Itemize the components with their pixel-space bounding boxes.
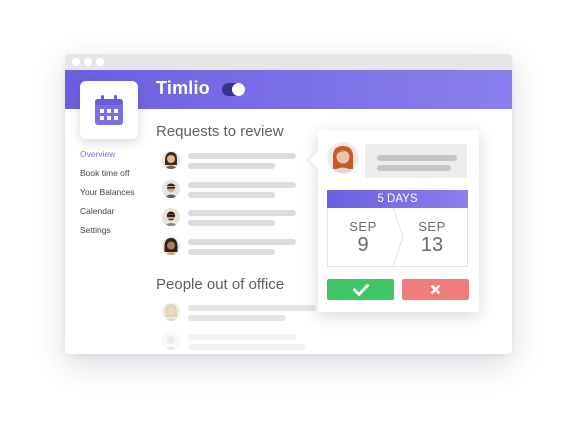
placeholder-line <box>188 210 296 216</box>
sidebar-item-your-balances[interactable]: Your Balances <box>80 186 135 205</box>
request-row[interactable] <box>162 151 302 173</box>
reject-button[interactable] <box>402 279 469 300</box>
placeholder-line <box>377 165 451 171</box>
end-date: SEP 13 <box>397 208 467 266</box>
request-row[interactable] <box>162 208 302 230</box>
avatar <box>162 303 180 321</box>
window-titlebar <box>65 54 512 70</box>
end-day: 13 <box>420 234 444 256</box>
sidebar-item-overview[interactable]: Overview <box>80 148 135 167</box>
window-close-dot[interactable] <box>72 58 80 66</box>
placeholder-line <box>188 192 275 198</box>
requester-avatar <box>327 142 359 174</box>
avatar <box>162 151 180 169</box>
placeholder-line <box>188 315 286 321</box>
window-minimize-dot[interactable] <box>84 58 92 66</box>
request-detail-card: 5 DAYS SEP 9 SEP 13 <box>309 130 479 312</box>
checkmark-icon <box>352 283 369 296</box>
avatar <box>162 237 180 255</box>
app-name: Timlio <box>156 78 210 98</box>
app-logo[interactable] <box>80 81 138 139</box>
duration-badge: 5 DAYS <box>327 190 468 208</box>
placeholder-line <box>188 153 296 159</box>
avatar <box>162 332 180 350</box>
placeholder-line <box>188 239 296 245</box>
date-range: SEP 9 SEP 13 <box>327 208 468 267</box>
window-maximize-dot[interactable] <box>96 58 104 66</box>
placeholder-line <box>377 155 457 161</box>
start-month: SEP <box>349 219 377 234</box>
close-icon <box>430 284 441 295</box>
placeholder-line <box>188 305 316 311</box>
approve-button[interactable] <box>327 279 394 300</box>
out-of-office-row[interactable] <box>162 332 306 354</box>
requests-title: Requests to review <box>156 123 284 140</box>
placeholder-line <box>188 220 275 226</box>
sidebar-item-calendar[interactable]: Calendar <box>80 205 135 224</box>
end-month: SEP <box>418 219 446 234</box>
placeholder-line <box>188 249 275 255</box>
start-date: SEP 9 <box>328 208 398 266</box>
sidebar-item-book-time-off[interactable]: Book time off <box>80 167 135 186</box>
avatar <box>162 208 180 226</box>
placeholder-line <box>188 344 306 350</box>
calendar-icon <box>95 95 123 125</box>
request-row[interactable] <box>162 180 302 202</box>
placeholder-line <box>188 182 296 188</box>
avatar <box>162 180 180 198</box>
theme-toggle[interactable] <box>222 83 245 96</box>
start-day: 9 <box>357 234 369 256</box>
out-of-office-row[interactable] <box>162 303 316 325</box>
requester-info <box>365 144 467 178</box>
toggle-knob <box>232 83 245 96</box>
placeholder-line <box>188 334 296 340</box>
out-of-office-title: People out of office <box>156 276 285 293</box>
sidebar-nav: Overview Book time off Your Balances Cal… <box>80 148 135 243</box>
placeholder-line <box>188 163 275 169</box>
sidebar-item-settings[interactable]: Settings <box>80 224 135 243</box>
request-row[interactable] <box>162 237 302 259</box>
